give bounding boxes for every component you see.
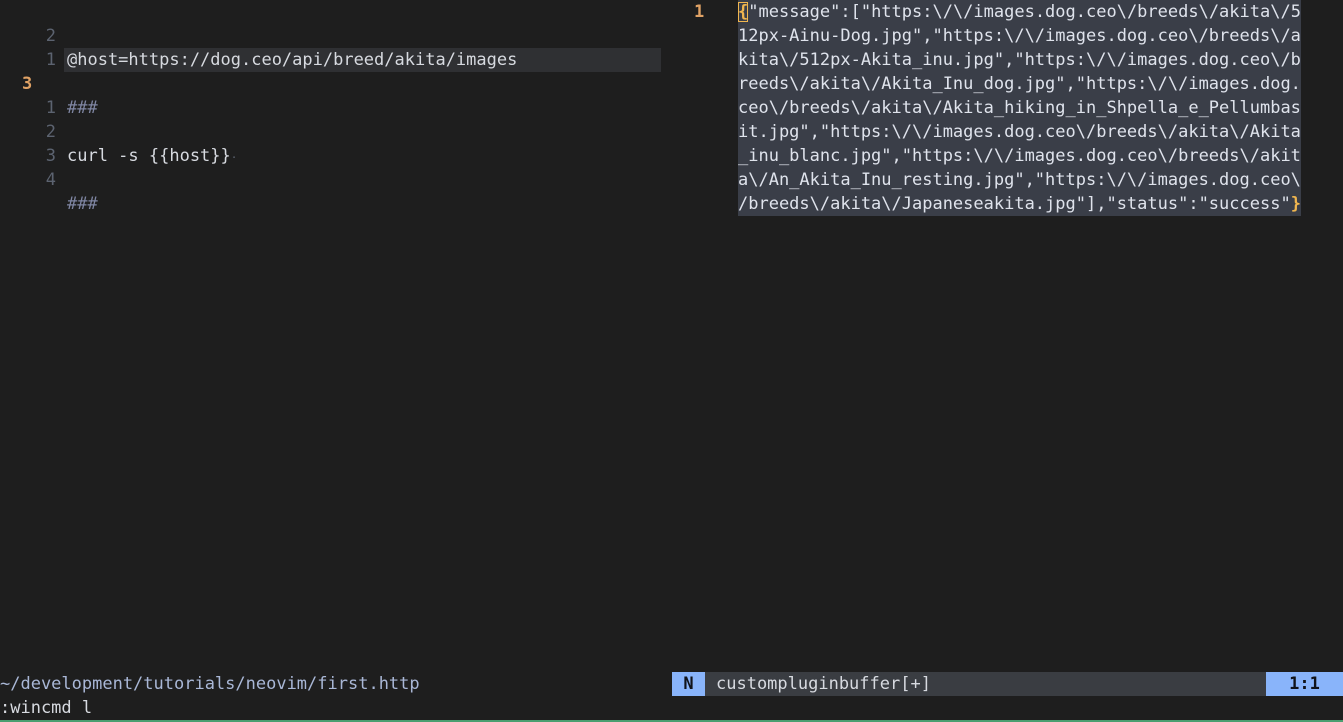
json-output-row[interactable]: it.jpg","https:\/\/images.dog.ceo\/breed… (738, 120, 1301, 144)
statusline: ~/development/tutorials/neovim/first.htt… (0, 672, 1343, 696)
code-line[interactable]: 2 curl -s {{host}}· (0, 96, 238, 166)
json-text: /breeds\/akita\/Japaneseakita.jpg"],"sta… (738, 194, 1291, 214)
trailing-space-marker: · (230, 151, 238, 164)
statusline-buffer-name: custompluginbuffer[+] (716, 674, 931, 694)
json-text: _inu_blanc.jpg","https:\/\/images.dog.ce… (738, 146, 1301, 166)
line-text: ### (67, 98, 98, 118)
open-brace-cursor: { (738, 2, 749, 22)
json-text: ceo\/breeds\/akita\/Akita_hiking_in_Shpe… (738, 98, 1301, 118)
close-brace: } (1290, 194, 1301, 214)
code-line[interactable]: 4 ### (0, 144, 98, 214)
json-text: it.jpg","https:\/\/images.dog.ceo\/breed… (738, 122, 1301, 142)
code-line[interactable]: 1 (0, 72, 56, 118)
json-text: reeds\/akita\/Akita_Inu_dog.jpg","https:… (738, 74, 1301, 94)
code-line-current[interactable]: 3 ### (0, 48, 98, 118)
current-line-number: 1 (694, 2, 705, 22)
json-output-row[interactable]: kita\/512px-Akita_inu.jpg","https:\/\/im… (738, 48, 1301, 72)
mode-indicator: N (672, 672, 705, 696)
line-text: ### (67, 194, 98, 214)
line-text: @host=https://dog.ceo/api/breed/akita/im… (67, 50, 518, 70)
code-line[interactable]: 3 (0, 120, 56, 166)
json-output-row[interactable]: {"message":["https:\/\/images.dog.ceo\/b… (738, 0, 1301, 24)
json-output-row[interactable]: ceo\/breeds\/akita\/Akita_hiking_in_Shpe… (738, 96, 1301, 120)
line-content: curl -s {{host}} (67, 146, 231, 166)
json-output-row[interactable]: a\/An_Akita_Inu_resting.jpg","https:\/\/… (738, 168, 1301, 192)
json-text: a\/An_Akita_Inu_resting.jpg","https:\/\/… (738, 170, 1301, 190)
json-output-row[interactable]: _inu_blanc.jpg","https:\/\/images.dog.ce… (738, 144, 1301, 168)
json-text: 12px-Ainu-Dog.jpg","https:\/\/images.dog… (738, 26, 1301, 46)
json-output-row[interactable]: /breeds\/akita\/Japaneseakita.jpg"],"sta… (738, 192, 1301, 216)
editor-pane-left[interactable]: 2 @host=https://dog.ceo/api/breed/akita/… (0, 0, 668, 672)
editor-pane-right[interactable]: 1 {"message":["https:\/\/images.dog.ceo\… (668, 0, 1343, 672)
code-line[interactable]: 2 @host=https://dog.ceo/api/breed/akita/… (0, 0, 518, 70)
code-line[interactable]: 1 (0, 24, 56, 70)
line-number: 4 (45, 170, 56, 190)
json-output-row[interactable]: reeds\/akita\/Akita_Inu_dog.jpg","https:… (738, 72, 1301, 96)
line-text: curl -s {{host}}· (67, 144, 237, 170)
json-text: kita\/512px-Akita_inu.jpg","https:\/\/im… (738, 50, 1301, 70)
cursor-position: 1:1 (1266, 672, 1343, 696)
statusline-file-path: ~/development/tutorials/neovim/first.htt… (0, 674, 420, 694)
command-line[interactable]: :wincmd l (0, 696, 92, 720)
json-text: "message":["https:\/\/images.dog.ceo\/br… (748, 2, 1301, 22)
json-output-row[interactable]: 12px-Ainu-Dog.jpg","https:\/\/images.dog… (738, 24, 1301, 48)
